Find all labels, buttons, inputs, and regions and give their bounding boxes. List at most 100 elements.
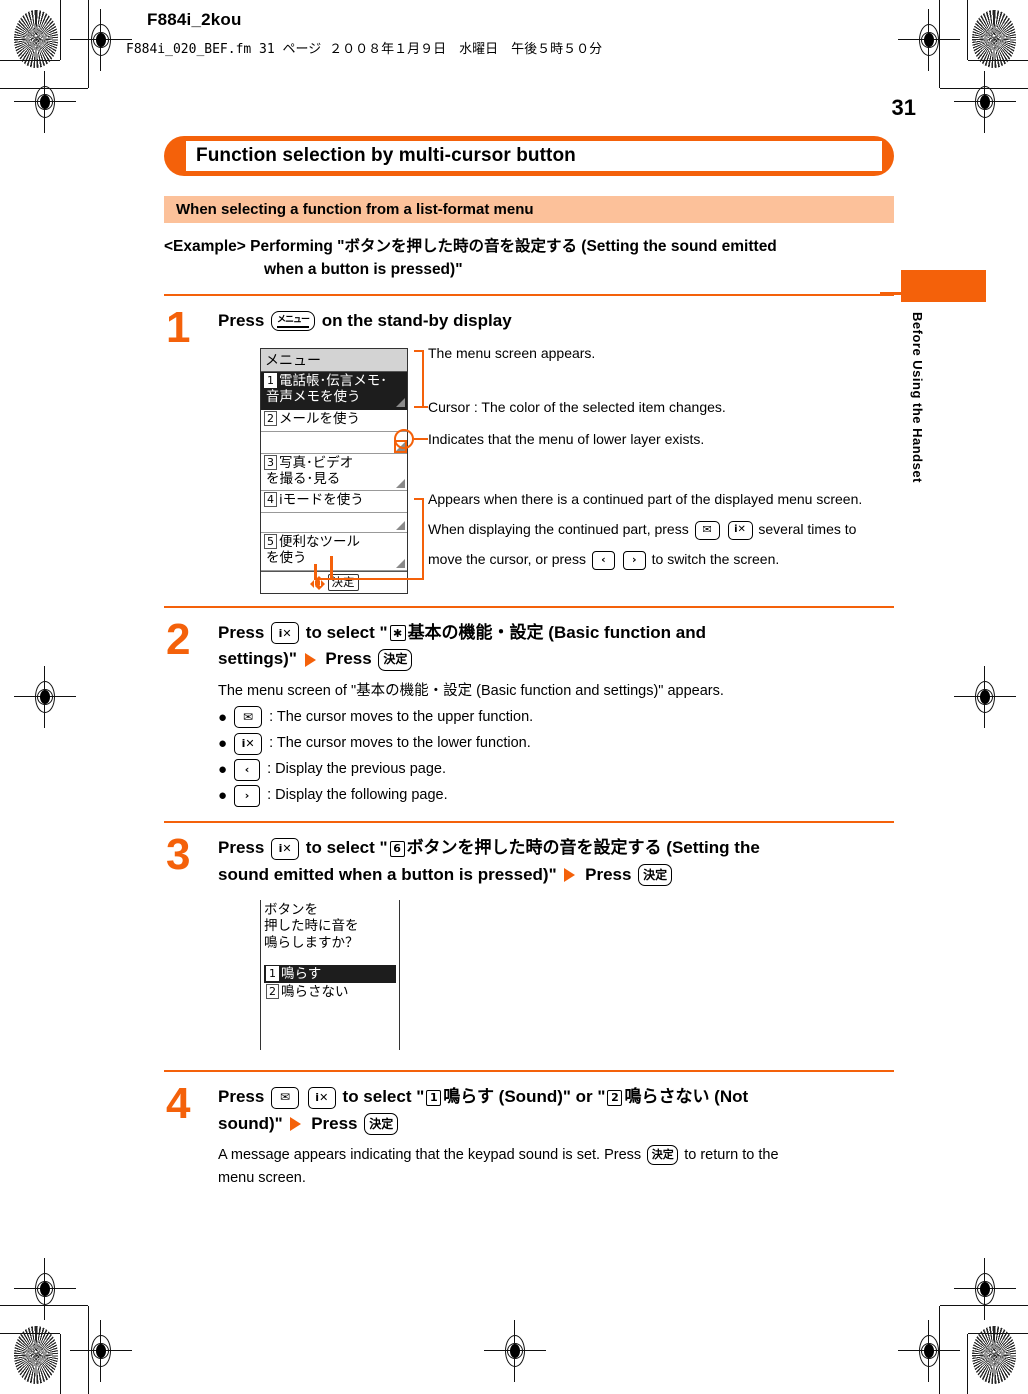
bullet-text: : The cursor moves to the upper function… [269,708,534,725]
item-label-line2: 音声メモを使う [266,388,361,405]
item-label: iモードを使う [279,492,364,509]
next-page-key-icon: › [234,784,261,807]
item-number: 3 [264,454,277,470]
step-title-press: Press [585,864,632,884]
mail-key-icon: ✉ [234,706,263,729]
screen-softkey-bar: 決定 [261,571,407,593]
step-title-text-2: to select " [342,1087,425,1107]
example-label: <Example> [164,238,246,255]
step-title-jp: 基本の機能・設定 (Basic function and [407,622,707,642]
step-3-illustration: ボタンを 押した時に音を 鳴らしますか？ 1 鳴らす 2 鳴らさない [218,896,894,1056]
confirm-message-line2: 押した時に音を [264,918,359,935]
step-2-body: The menu screen of "基本の機能・設定 (Basic func… [218,680,894,808]
bullet-dot-icon: ● [218,787,228,805]
print-header-fileline: F884i_020_BEF.fm 31 ページ ２００８年１月９日 水曜日 午後… [126,42,603,57]
step-4-description-a: A message appears indicating that the ke… [218,1146,642,1163]
step-4-description-b: to return to the [684,1146,779,1163]
step-number: 4 [166,1079,191,1129]
confirm-option-1[interactable]: 1 鳴らす [264,964,396,983]
phone-screen-menu: メニュー 1 電話帳･伝言メモ･ 音声メモを使う 2 メールを使う 3 写真･ビデオ … [260,347,408,595]
ok-key-icon: 決定 [638,864,673,887]
step-title-text: Press [218,310,265,330]
step-title-jp-a: 鳴らす (Sound)" or " [443,1087,606,1107]
annotation-lower-layer: Indicates that the menu of lower layer e… [428,430,705,447]
item-label-line2: を撮る･見る [266,470,341,487]
screen-title: メニュー [261,348,407,372]
callout-leader-bottom [314,577,416,581]
menu-item-3[interactable]: 3 写真･ビデオ を撮る･見る [261,454,407,492]
numeric-key-2-icon: 2 [607,1089,623,1106]
step-title-text-2: to select " [305,622,388,642]
ok-key-icon: 決定 [364,1113,399,1136]
step-number: 2 [166,614,191,664]
imode-key-icon: i✕ [727,520,753,540]
arrow-icon [304,652,316,667]
step-title-text-2: to select " [305,838,388,858]
callout-leader-vertical-2 [330,555,333,580]
step-title-jp: ボタンを押した時の音を設定する (Setting the [406,838,760,858]
registration-target [484,1320,546,1382]
callout-leader-submenu [414,437,428,441]
example-line-2: when a button is pressed)" [264,261,463,279]
callout-bracket-continued [414,497,424,580]
menu-item-1[interactable]: 1 電話帳･伝言メモ･ 音声メモを使う [261,371,407,410]
step-title-text-3: settings)" [218,649,297,669]
step-title-text-1: Press [218,838,265,858]
step-2-bullet-1: ● ✉ : The cursor moves to the upper func… [218,706,894,729]
bullet-dot-icon: ● [218,761,228,779]
item-label-line1: 便利なツール [279,534,360,551]
next-page-key-icon: › [622,550,646,570]
step-2-description: The menu screen of "基本の機能・設定 (Basic func… [218,682,724,699]
ok-key-icon: 決定 [378,648,413,671]
step-title: Press メニュー on the stand-by display [218,308,894,334]
menu-item-2-continuation [261,432,407,454]
confirm-option-2[interactable]: 2 鳴らさない [264,983,396,1001]
confirm-message-line1: ボタンを [264,902,318,919]
step-number: 1 [166,302,191,352]
annotation-menu-appears: The menu screen appears. [428,344,596,361]
registration-target [954,666,1016,728]
registration-target [70,9,132,71]
step-4: 4 Press ✉ i✕ to select " 1 鳴らす (Sound)" or… [164,1072,894,1200]
submenu-corner-icon [396,479,405,489]
callout-bracket-menu [414,349,424,408]
registration-target [14,666,76,728]
section-banner: Function selection by multi-cursor butto… [164,136,894,176]
option-number: 1 [266,965,279,981]
item-label: メールを使う [279,410,360,427]
bullet-text: : Display the previous page. [267,761,446,778]
confirm-message-line3: 鳴らしますか？ [264,934,359,951]
menu-item-5[interactable]: 5 便利なツール を使う [261,533,407,572]
bullet-dot-icon: ● [218,708,228,726]
side-tab-label: Before Using the Handset [910,312,925,483]
step-1-illustration: メニュー 1 電話帳･伝言メモ･ 音声メモを使う 2 メールを使う 3 写真･ビデオ … [218,342,894,595]
annotation-text-b: to switch the screen. [651,550,780,567]
callout-circle-submenu [394,428,414,449]
option-label: 鳴らす [281,965,322,982]
step-title-press: Press [325,649,372,669]
annotation-continued-line2: When displaying the continued part, pres… [428,518,856,540]
registration-target [14,1258,76,1320]
numeric-key-1-icon: 1 [426,1089,442,1106]
menu-item-4-continuation [261,513,407,534]
item-number: 4 [264,492,277,508]
step-3: 3 Press i✕ to select " 6 ボタンを押した時の音を設定する (… [164,823,894,1066]
option-label: 鳴らさない [281,983,349,1000]
step-title-text-1: Press [218,622,265,642]
subsection-heading-label: When selecting a function from a list-fo… [176,201,534,218]
callout-leader-cursor [414,405,428,409]
step-4-body: A message appears indicating that the ke… [218,1144,894,1190]
submenu-corner-icon [396,521,405,531]
step-4-description-c: menu screen. [218,1170,306,1187]
previous-page-key-icon: ‹ [234,758,261,781]
step-2: 2 Press i✕ to select " ✱ 基本の機能・設定 (Basic f… [164,608,894,818]
imode-key-icon: i✕ [271,622,300,645]
menu-item-4[interactable]: 4 iモードを使う [261,491,407,514]
annotation-cursor: Cursor : The color of the selected item … [428,398,726,415]
menu-item-2[interactable]: 2 メールを使う [261,410,407,432]
registration-target [898,9,960,71]
step-title: Press i✕ to select " ✱ 基本の機能・設定 (Basic fun… [218,620,894,673]
step-title: Press i✕ to select " 6 ボタンを押した時の音を設定する (Se… [218,835,894,888]
item-label-line1: 電話帳･伝言メモ･ [279,372,387,389]
step-2-bullet-3: ● ‹ : Display the previous page. [218,758,894,781]
